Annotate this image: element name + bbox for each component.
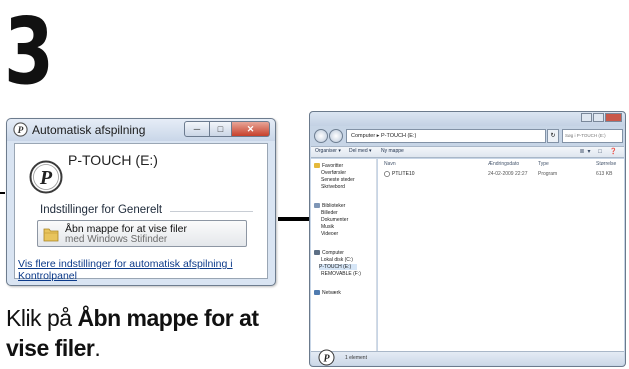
p-touch-program-icon (384, 171, 390, 177)
connector-line-left (0, 192, 5, 194)
nav-favorites[interactable]: Favoritter (314, 163, 343, 169)
file-name[interactable]: PTLITE10 (392, 171, 415, 177)
svg-text:P: P (39, 167, 53, 189)
file-list: Navn Ændringsdato Type Størrelse PTLITE1… (378, 159, 624, 351)
minimize-button[interactable]: ─ (184, 121, 210, 137)
nav-item-removable[interactable]: REMOVABLE (F:) (321, 271, 361, 277)
autoplay-dialog: P Automatisk afspilning ─ □ ✕ P P-TOUCH … (6, 118, 276, 286)
file-date: 24-02-2009 22:27 (488, 171, 528, 177)
nav-item-desktop[interactable]: Skrivebord (321, 184, 345, 190)
section-label: Indstillinger for Generelt (40, 204, 163, 216)
nav-item-videos[interactable]: Videoer (321, 231, 338, 237)
file-type: Program (538, 171, 558, 177)
view-icons[interactable]: ≣▾ □ ❓ (580, 148, 620, 155)
nav-item-recent[interactable]: Seneste steder (321, 177, 355, 183)
explorer-window: Computer ▸ P-TOUCH (E:) ↻ Søg i P-TOUCH … (309, 111, 626, 367)
nav-libraries[interactable]: Biblioteker (314, 203, 345, 209)
nav-item-p-touch[interactable]: P-TOUCH (E:) (319, 264, 358, 270)
explorer-maximize-button[interactable] (593, 113, 604, 122)
navigation-pane: Favoritter Overførsler Seneste steder Sk… (311, 159, 377, 351)
new-folder-button[interactable]: Ny mappe (381, 148, 404, 154)
address-bar[interactable]: Computer ▸ P-TOUCH (E:) (346, 129, 546, 143)
nav-item-downloads[interactable]: Overførsler (321, 170, 346, 176)
column-type[interactable]: Type (538, 161, 549, 167)
refresh-icon[interactable]: ↻ (547, 129, 559, 143)
p-touch-logo-icon: P (13, 122, 28, 137)
explorer-titlebar[interactable] (310, 112, 625, 126)
autoplay-title: Automatisk afspilning (32, 123, 146, 137)
nav-item-local-disk[interactable]: Lokal disk (C:) (321, 257, 353, 263)
instruction-caption: Klik på Åbn mappe for at vise filer. (6, 303, 296, 363)
caption-prefix: Klik på (6, 305, 78, 331)
maximize-button[interactable]: □ (210, 121, 232, 137)
share-menu[interactable]: Del med ▾ (349, 148, 372, 154)
column-name[interactable]: Navn (384, 161, 396, 167)
nav-network[interactable]: Netværk (314, 290, 341, 296)
open-folder-sublabel: med Windows Stifinder (65, 234, 168, 245)
forward-arrow-icon[interactable] (329, 129, 343, 143)
search-input[interactable]: Søg i P-TOUCH (E:) (562, 129, 623, 143)
file-size: 613 KB (596, 171, 613, 177)
column-date[interactable]: Ændringsdato (488, 161, 519, 167)
svg-text:P: P (18, 126, 24, 136)
caption-suffix: . (94, 335, 101, 361)
organize-menu[interactable]: Organiser ▾ (315, 148, 341, 154)
p-touch-logo-icon: P (318, 349, 335, 366)
connector-line (278, 217, 310, 221)
status-text: 1 element (345, 355, 367, 361)
explorer-toolbar: Organiser ▾ Del med ▾ Ny mappe ≣▾ □ ❓ (311, 146, 624, 158)
nav-item-documents[interactable]: Dokumenter (321, 217, 348, 223)
step-number: 3 (4, 0, 54, 105)
section-divider (170, 211, 253, 212)
open-folder-button[interactable]: Åbn mappe for at vise filer med Windows … (37, 220, 247, 247)
drive-label: P-TOUCH (E:) (68, 152, 158, 168)
nav-item-music[interactable]: Musik (321, 224, 334, 230)
nav-item-pictures[interactable]: Billeder (321, 210, 338, 216)
close-button[interactable]: ✕ (232, 121, 270, 137)
explorer-close-button[interactable] (605, 113, 622, 122)
nav-computer[interactable]: Computer (314, 250, 344, 256)
address-row: Computer ▸ P-TOUCH (E:) ↻ Søg i P-TOUCH … (310, 128, 625, 145)
explorer-window-controls (580, 113, 622, 122)
autoplay-body: P P-TOUCH (E:) Indstillinger for Generel… (14, 143, 268, 282)
column-size[interactable]: Størrelse (596, 161, 616, 167)
p-touch-logo-icon: P (29, 160, 63, 194)
status-bar: P 1 element (311, 349, 624, 366)
window-controls: ─ □ ✕ (184, 121, 270, 137)
more-options-link[interactable]: Vis flere indstillinger for automatisk a… (18, 258, 258, 282)
svg-text:P: P (323, 354, 330, 365)
folder-icon (43, 228, 59, 242)
autoplay-titlebar[interactable]: P Automatisk afspilning ─ □ ✕ (7, 119, 275, 141)
explorer-minimize-button[interactable] (581, 113, 592, 122)
back-arrow-icon[interactable] (314, 129, 328, 143)
